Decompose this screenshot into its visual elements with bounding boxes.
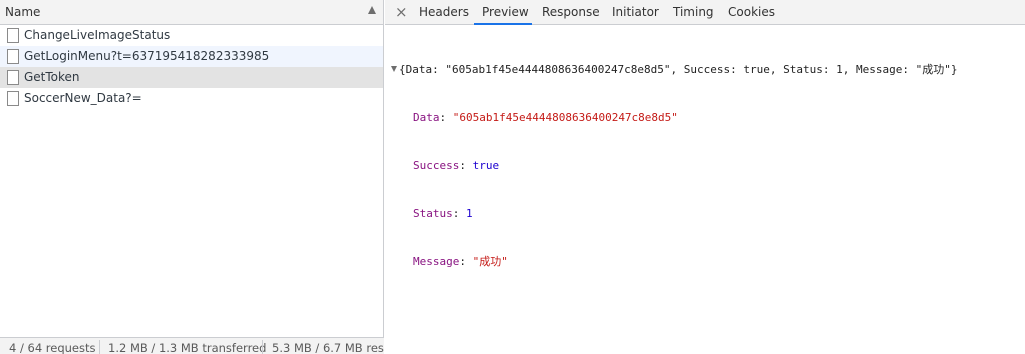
separator: , (842, 63, 857, 76)
field-key: Status (413, 207, 453, 220)
field-number-value: 1 (466, 207, 473, 220)
brace-open: { (399, 63, 406, 76)
tab-timing[interactable]: Timing (673, 5, 714, 19)
tab-headers[interactable]: Headers (419, 5, 469, 19)
resources-size: 5.3 MB / 6.7 MB reso (272, 341, 384, 354)
brace-close: } (950, 63, 958, 76)
json-field-success: Success: true (413, 159, 500, 172)
summary-success-value: true (743, 63, 770, 76)
request-name: ChangeLiveImageStatus (24, 28, 171, 42)
request-name: GetToken (24, 70, 80, 84)
active-tab-indicator (474, 23, 532, 25)
json-field-message: Message: "成功" (413, 255, 508, 268)
document-icon (7, 91, 19, 106)
summary-status-value: 1 (836, 63, 843, 76)
sort-ascending-icon[interactable] (368, 6, 376, 14)
status-divider (262, 340, 263, 354)
separator: , (670, 63, 684, 76)
request-detail-panel: × Headers Preview Response Initiator Tim… (385, 0, 1025, 354)
tab-cookies[interactable]: Cookies (728, 5, 775, 19)
request-row[interactable]: ChangeLiveImageStatus (0, 25, 383, 46)
request-row[interactable]: GetLoginMenu?t=637195418282333985 (0, 46, 383, 67)
summary-data-key: Data: (405, 63, 446, 76)
status-divider (99, 340, 100, 354)
summary-message-value: "成功" (915, 63, 951, 76)
json-root-summary[interactable]: {Data: "605ab1f45e4444808636400247c8e8d5… (391, 62, 958, 78)
detail-tab-bar: × Headers Preview Response Initiator Tim… (385, 0, 1025, 25)
request-row-selected[interactable]: GetToken (0, 67, 383, 88)
tab-response[interactable]: Response (542, 5, 600, 19)
field-key: Success (413, 159, 460, 172)
network-summary-bar: 4 / 64 requests 1.2 MB / 1.3 MB transfer… (0, 337, 384, 354)
request-row[interactable]: SoccerNew_Data?= (0, 88, 383, 109)
network-request-list: Name ChangeLiveImageStatus GetLoginMenu?… (0, 0, 384, 354)
expand-triangle-icon[interactable] (391, 66, 397, 72)
summary-message-key: Message: (856, 63, 916, 76)
request-name: GetLoginMenu?t=637195418282333985 (24, 49, 270, 63)
summary-data-value: "605ab1f45e4444808636400247c8e8d5" (445, 63, 671, 76)
transferred-size: 1.2 MB / 1.3 MB transferred (108, 341, 267, 354)
name-column-header[interactable]: Name (0, 0, 383, 25)
field-string-value: "605ab1f45e4444808636400247c8e8d5" (452, 111, 678, 124)
summary-status-key: Status: (783, 63, 837, 76)
json-field-data: Data: "605ab1f45e4444808636400247c8e8d5" (413, 111, 678, 124)
document-icon (7, 49, 19, 64)
tab-preview[interactable]: Preview (482, 5, 529, 19)
separator: , (769, 63, 784, 76)
field-key: Message (413, 255, 460, 268)
requests-count: 4 / 64 requests (9, 341, 96, 354)
summary-success-key: Success: (683, 63, 744, 76)
json-field-status: Status: 1 (413, 207, 473, 220)
tab-initiator[interactable]: Initiator (612, 5, 659, 19)
document-icon (7, 28, 19, 43)
json-preview: {Data: "605ab1f45e4444808636400247c8e8d5… (391, 30, 958, 302)
request-name: SoccerNew_Data?= (24, 91, 142, 105)
document-icon (7, 70, 19, 85)
field-boolean-value: true (472, 159, 500, 172)
close-icon[interactable]: × (395, 3, 408, 21)
field-key: Data (413, 111, 440, 124)
field-string-value: "成功" (472, 255, 508, 268)
name-column-label: Name (5, 5, 41, 19)
